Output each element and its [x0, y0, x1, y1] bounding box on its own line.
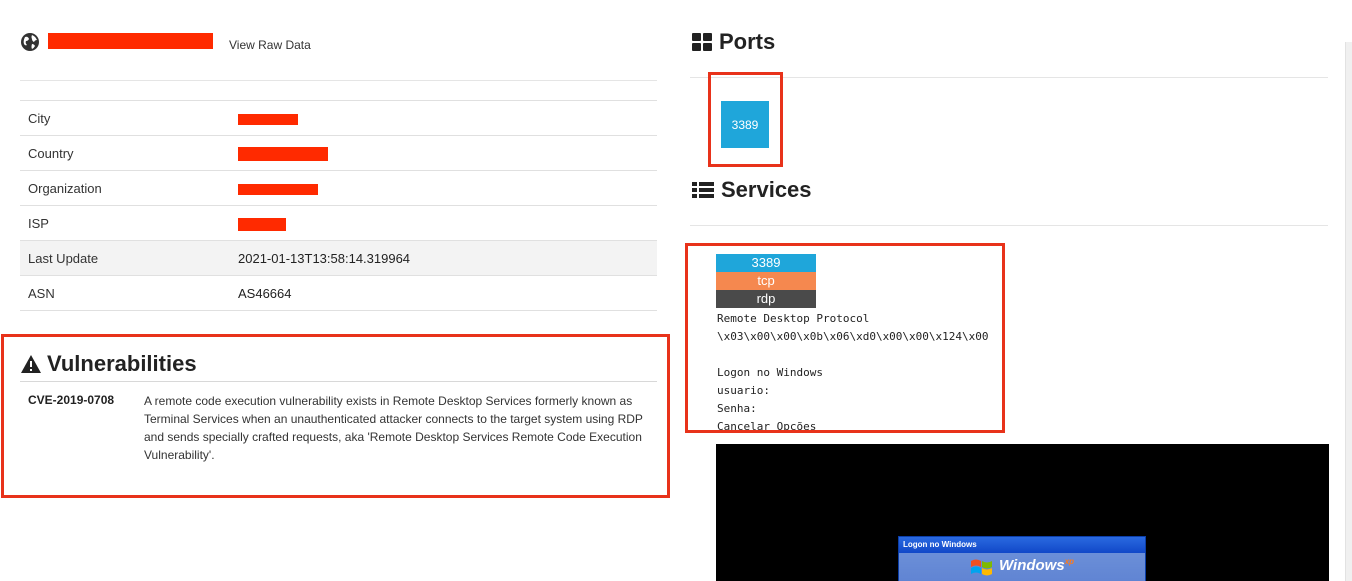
divider [690, 77, 1328, 78]
xp-logo-text: Windows [999, 557, 1065, 574]
ip-address-redacted [48, 33, 213, 49]
city-redacted [238, 113, 298, 125]
host-header [20, 32, 40, 52]
banner-line [717, 346, 1000, 364]
isp-label: ISP [28, 215, 49, 231]
banner-line: \x03\x00\x00\x0b\x06\xd0\x00\x00\x124\x0… [717, 330, 989, 343]
cve-id: CVE-2019-0708 [28, 393, 115, 407]
country-redacted [238, 146, 328, 161]
table-row: Organization [20, 170, 657, 206]
banner-line: Cancelar Opções [717, 420, 817, 430]
view-raw-data-link[interactable]: View Raw Data [229, 38, 311, 52]
last-update-label: Last Update [28, 250, 99, 266]
windows-xp-logo: Windowsxp [999, 557, 1074, 574]
page-scrollbar[interactable] [1345, 42, 1352, 581]
table-row: Country [20, 135, 657, 171]
table-row: Last Update 2021-01-13T13:58:14.319964 [20, 240, 657, 276]
city-label: City [28, 110, 51, 126]
rdp-screenshot: Logon no Windows Windowsxp [716, 444, 1329, 581]
ports-heading: Ports [691, 29, 775, 55]
asn-label: ASN [28, 285, 55, 301]
warning-icon [21, 355, 41, 373]
service-banner: Remote Desktop Protocol \x03\x00\x00\x0b… [717, 310, 1000, 430]
services-title: Services [721, 177, 812, 202]
isp-value [230, 206, 657, 241]
vulnerabilities-title: Vulnerabilities [47, 351, 197, 376]
country-value [230, 136, 657, 171]
services-heading: Services [691, 177, 812, 203]
windows-flag-icon [971, 559, 992, 576]
host-info-table: City Country Organization ISP Last Updat… [20, 100, 657, 311]
banner-line: Senha: [717, 402, 757, 415]
vulnerabilities-heading: Vulnerabilities [20, 351, 197, 377]
service-name-badge: rdp [716, 290, 816, 308]
banner-line: usuario: [717, 384, 770, 397]
organization-redacted [238, 183, 318, 195]
table-row: City [20, 100, 657, 136]
last-update-value: 2021-01-13T13:58:14.319964 [238, 250, 411, 266]
cve-description: A remote code execution vulnerability ex… [144, 394, 643, 462]
xp-logon-window: Logon no Windows Windowsxp [898, 536, 1146, 581]
organization-value [230, 171, 657, 206]
table-row: ASN AS46664 [20, 275, 657, 311]
xp-window-title: Logon no Windows [899, 537, 1145, 553]
isp-redacted [238, 217, 286, 231]
divider [690, 225, 1328, 226]
globe-icon [21, 33, 39, 51]
service-protocol-badge: tcp [716, 272, 816, 290]
asn-value: AS46664 [238, 285, 292, 301]
xp-logo-sup: xp [1064, 557, 1075, 566]
xp-window-body: Windowsxp [899, 553, 1145, 581]
grid-icon [692, 33, 712, 51]
banner-line: Remote Desktop Protocol [717, 312, 870, 325]
country-label: Country [28, 145, 74, 161]
service-port-badge: 3389 [716, 254, 816, 272]
banner-line: Logon no Windows [717, 366, 823, 379]
ports-title: Ports [719, 29, 776, 54]
divider [20, 80, 657, 81]
table-row: ISP [20, 205, 657, 241]
divider [20, 381, 657, 382]
list-icon [692, 182, 714, 198]
port-badge[interactable]: 3389 [721, 101, 769, 148]
city-value [230, 101, 657, 136]
organization-label: Organization [28, 180, 102, 196]
